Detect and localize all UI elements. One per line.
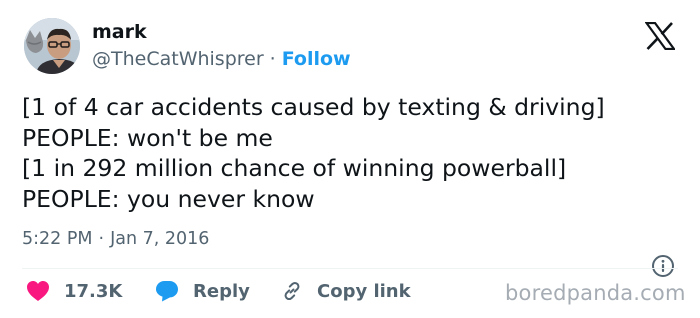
reply-button[interactable]: Reply bbox=[155, 278, 250, 304]
avatar-image bbox=[24, 18, 80, 74]
copy-link-button[interactable]: Copy link bbox=[281, 278, 411, 304]
info-icon[interactable] bbox=[651, 254, 675, 278]
heart-icon bbox=[27, 281, 49, 301]
timestamp-separator: · bbox=[98, 229, 105, 249]
like-count: 17.3K bbox=[64, 280, 123, 302]
tweet-card: mark @TheCatWhisprer · Follow [1 of 4 car … bbox=[0, 0, 700, 318]
like-button[interactable]: 17.3K bbox=[26, 278, 122, 304]
copy-link-label: Copy link bbox=[317, 280, 411, 302]
tweet-timestamp[interactable]: 5:22 PM · Jan 7, 2016 bbox=[22, 229, 209, 249]
follow-button[interactable]: Follow bbox=[282, 48, 351, 70]
handle-separator: · bbox=[269, 48, 276, 70]
link-icon bbox=[284, 281, 300, 301]
reply-label: Reply bbox=[193, 280, 250, 302]
tweet-date: Jan 7, 2016 bbox=[110, 229, 210, 249]
tweet-line: PEOPLE: won't be me bbox=[22, 123, 273, 152]
author-handle-line: @TheCatWhisprer · Follow bbox=[92, 48, 351, 70]
tweet-time: 5:22 PM bbox=[22, 229, 93, 249]
x-logo-icon[interactable] bbox=[645, 22, 675, 50]
reply-bubble-icon bbox=[156, 281, 178, 302]
tweet-line: PEOPLE: you never know bbox=[22, 184, 315, 213]
author-handle[interactable]: @TheCatWhisprer bbox=[92, 48, 264, 70]
watermark: boredpanda.com bbox=[505, 281, 686, 305]
tweet-text: [1 of 4 car accidents caused by texting … bbox=[22, 92, 682, 214]
avatar[interactable] bbox=[24, 18, 80, 74]
author-name[interactable]: mark bbox=[92, 21, 147, 43]
tweet-line: [1 of 4 car accidents caused by texting … bbox=[22, 93, 605, 121]
tweet-line: [1 in 292 million chance of winning powe… bbox=[22, 154, 567, 182]
divider bbox=[22, 268, 678, 269]
